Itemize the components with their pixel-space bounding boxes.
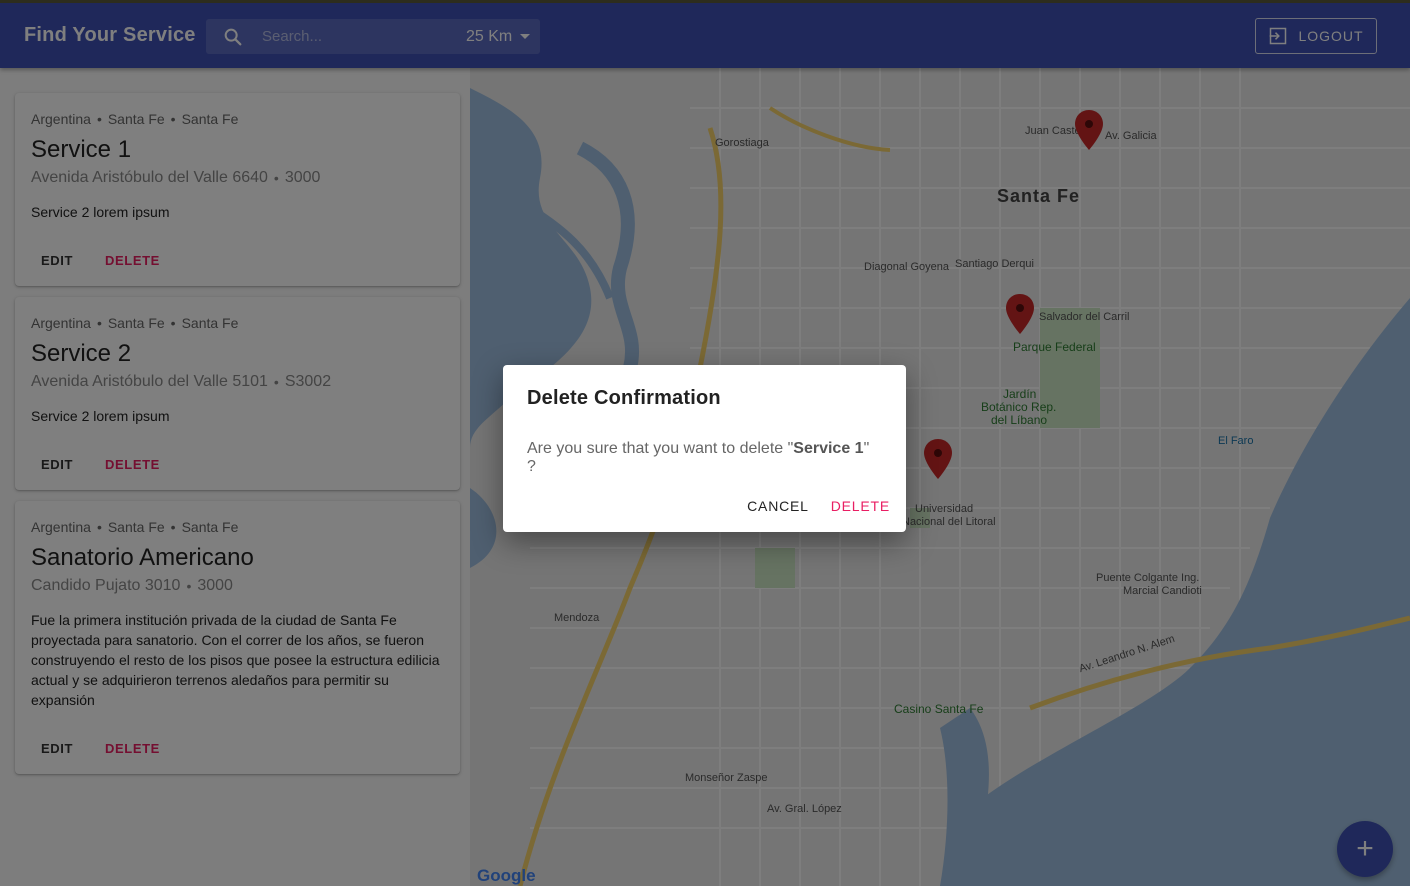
confirm-delete-button[interactable]: DELETE bbox=[823, 490, 898, 522]
dialog-message: Are you sure that you want to delete "Se… bbox=[527, 440, 882, 476]
delete-confirmation-dialog: Delete Confirmation Are you sure that yo… bbox=[503, 365, 906, 532]
cancel-button[interactable]: CANCEL bbox=[739, 490, 817, 522]
dialog-service-name: Service 1 bbox=[793, 440, 864, 457]
dialog-message-prefix: Are you sure that you want to delete " bbox=[527, 440, 794, 457]
dialog-actions: CANCEL DELETE bbox=[733, 490, 898, 522]
dialog-title: Delete Confirmation bbox=[527, 387, 721, 409]
